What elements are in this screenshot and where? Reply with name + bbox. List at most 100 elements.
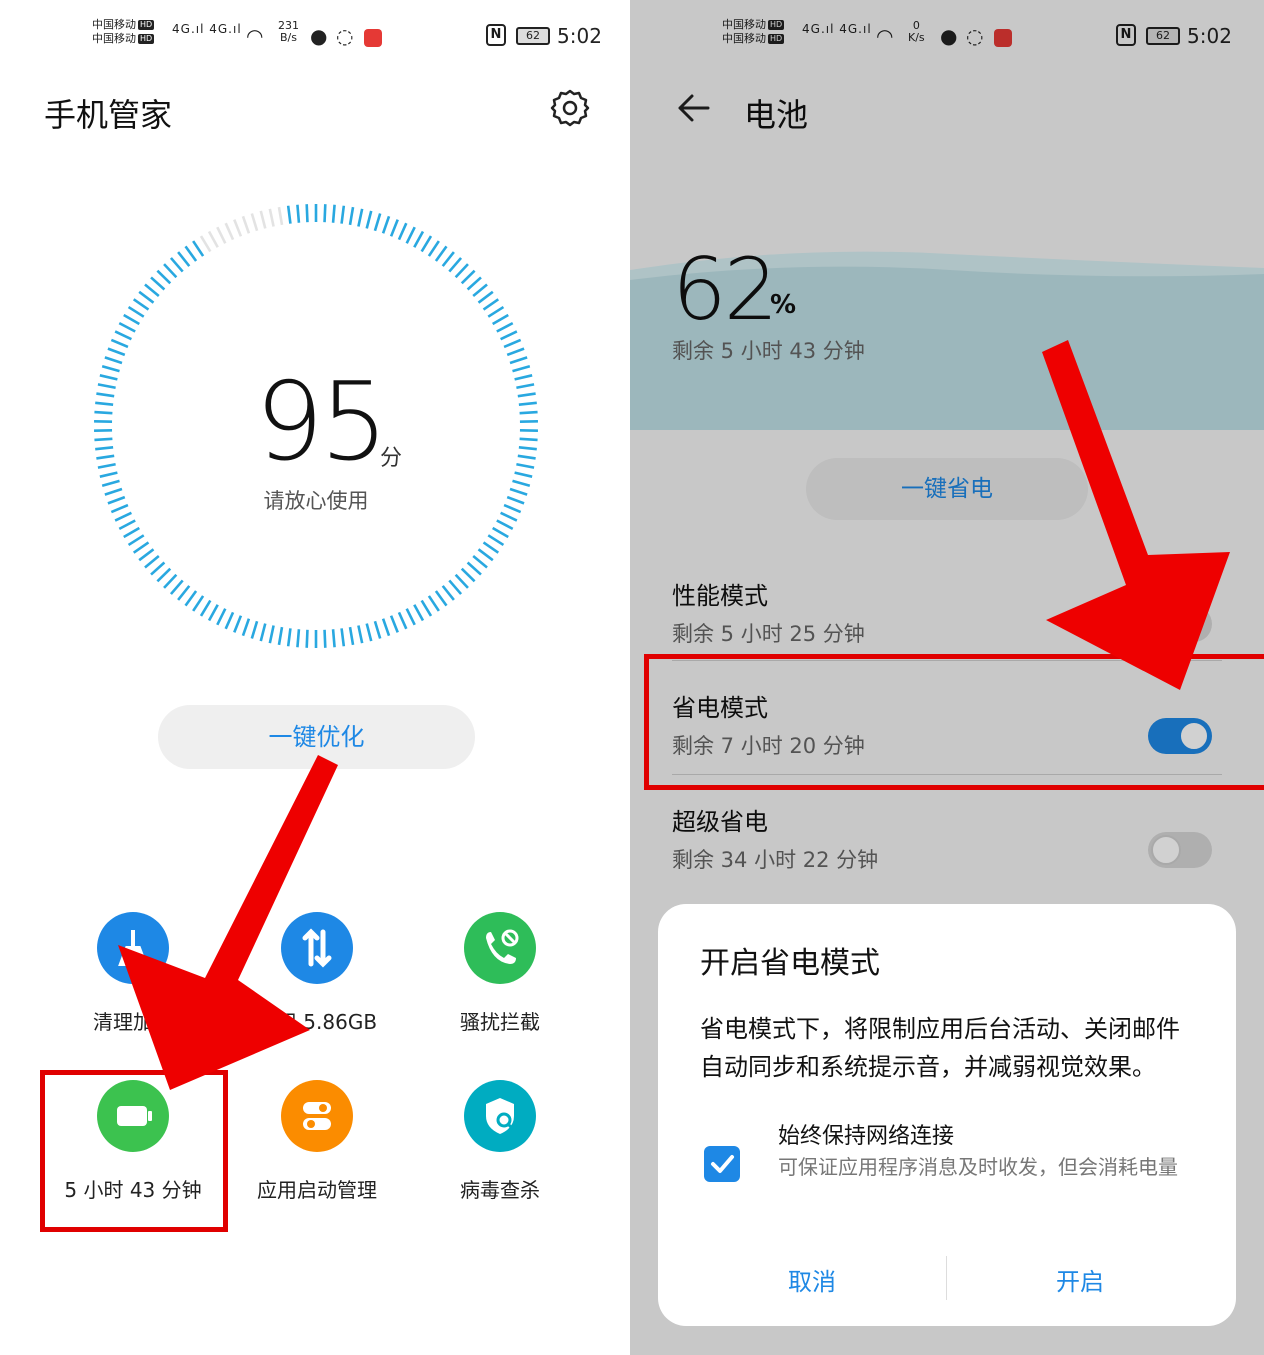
gauge-tick (259, 623, 267, 642)
gauge-tick (207, 604, 219, 622)
gauge-tick (331, 629, 336, 648)
gauge-tick (233, 219, 243, 237)
gauge-tick (466, 561, 482, 576)
tile-label: 已用 5.86GB (256, 1010, 378, 1034)
gauge-tick (123, 526, 140, 539)
clock: 5:02 (557, 24, 602, 48)
gauge-tick (192, 240, 205, 257)
gauge-tick (477, 290, 494, 304)
gauge-tick (169, 579, 184, 595)
gauge-tick (286, 205, 292, 224)
gauge-tick (460, 269, 476, 285)
gauge-tick (509, 356, 528, 365)
gauge-tick (503, 338, 522, 349)
gauge-tick (99, 471, 118, 478)
gauge-tick (441, 585, 455, 601)
tile-app-launch[interactable]: 应用启动管理 (217, 1080, 417, 1203)
gauge-tick (241, 215, 251, 234)
gauge-tick (163, 263, 178, 279)
phone-manager-screen: 中国移动 HD 中国移动 HD 4G.ıl 4G.ıl ◠ 231 B/s ● ◌ … (0, 0, 630, 1355)
gauge-tick (405, 226, 416, 244)
gauge-tick (114, 330, 132, 341)
status-bar: 中国移动 HD 中国移动 HD 4G.ıl 4G.ıl ◠ 231 B/s ● ◌ … (0, 12, 630, 62)
dialog-title: 开启省电模式 (700, 946, 880, 981)
gauge-tick (518, 446, 537, 451)
gauge-tick (441, 251, 455, 267)
gauge-tick (454, 263, 469, 279)
gauge-tick (224, 222, 235, 241)
wifi-icon: ◠ (246, 24, 264, 48)
gauge-tick (448, 257, 463, 273)
gauge-tick (492, 526, 509, 539)
tile-cleanup[interactable]: 清理加速 (33, 912, 233, 1035)
score-subtitle: 请放心使用 (263, 489, 369, 513)
gauge-tick (305, 204, 309, 223)
battery-indicator: 62 (516, 27, 550, 45)
nfc-icon: N (486, 24, 506, 46)
gauge-tick (516, 383, 535, 390)
gauge-tick (466, 276, 482, 291)
gauge-tick (216, 608, 227, 626)
tile-virus-scan[interactable]: 病毒查杀 (400, 1080, 600, 1203)
gauge-tick (156, 567, 172, 583)
tile-harassment-block[interactable]: 骚扰拦截 (400, 912, 600, 1035)
tile-data-usage[interactable]: 已用 5.86GB (217, 912, 417, 1035)
keep-network-checkbox[interactable] (704, 1146, 740, 1182)
gauge-tick (177, 585, 191, 601)
gauge-tick (472, 283, 488, 297)
page-title: 手机管家 (44, 96, 173, 134)
gauge-tick (268, 625, 275, 644)
gauge-tick (241, 618, 251, 637)
gauge-tick (286, 628, 292, 647)
gauge-tick (95, 401, 114, 406)
gauge-tick (427, 240, 440, 257)
gauge-tick (118, 519, 136, 531)
gauge-tick (365, 210, 373, 229)
gauge-tick (156, 269, 172, 285)
gauge-tick (296, 629, 301, 648)
gauge-tick (381, 215, 391, 234)
gauge-tick (427, 595, 440, 612)
optimize-button[interactable]: 一键优化 (158, 705, 475, 769)
gauge-tick (434, 245, 448, 262)
gauge-tick (487, 534, 505, 547)
gauge-tick (107, 347, 126, 357)
gauge-tick (199, 235, 212, 253)
gauge-tick (506, 347, 525, 357)
check-icon (711, 1155, 734, 1173)
gauge-tick (434, 590, 448, 607)
data-transfer-icon (281, 912, 353, 984)
gauge-tick (127, 305, 145, 318)
gauge-tick (517, 454, 536, 460)
signal-icon: 4G.ıl 4G.ıl (172, 22, 242, 36)
gauge-tick (517, 392, 536, 398)
gauge-tick (199, 599, 212, 617)
gauge-tick (97, 462, 116, 469)
button-separator (946, 1256, 947, 1300)
gear-icon[interactable] (550, 88, 590, 128)
gauge-tick (233, 615, 243, 633)
gauge-tick (97, 383, 116, 390)
checkbox-description: 可保证应用程序消息及时收发，但会消耗电量 (778, 1155, 1178, 1179)
gauge-tick (323, 204, 327, 223)
gauge-tick (96, 392, 115, 398)
gauge-tick (296, 204, 301, 223)
gauge-tick (95, 446, 114, 451)
health-score: 95 (255, 360, 388, 485)
gauge-tick (519, 410, 538, 415)
gauge-tick (420, 235, 433, 253)
annotation-highlight-box (40, 1070, 228, 1232)
gauge-tick (132, 541, 150, 554)
battery-screen: 中国移动 HD 中国移动 HD 4G.ıl 4G.ıl ◠ 0 K/s ● ◌ N … (630, 0, 1264, 1355)
gauge-tick (405, 608, 416, 626)
cancel-button[interactable]: 取消 (712, 1262, 912, 1297)
gauge-tick (110, 338, 129, 349)
enable-button[interactable]: 开启 (980, 1262, 1180, 1297)
gauge-tick (163, 573, 178, 589)
gauge-tick (94, 410, 113, 415)
gauge-tick (381, 618, 391, 637)
gauge-tick (169, 257, 184, 273)
gauge-tick (373, 620, 382, 639)
gauge-tick (118, 321, 136, 333)
gauge-tick (448, 579, 463, 595)
